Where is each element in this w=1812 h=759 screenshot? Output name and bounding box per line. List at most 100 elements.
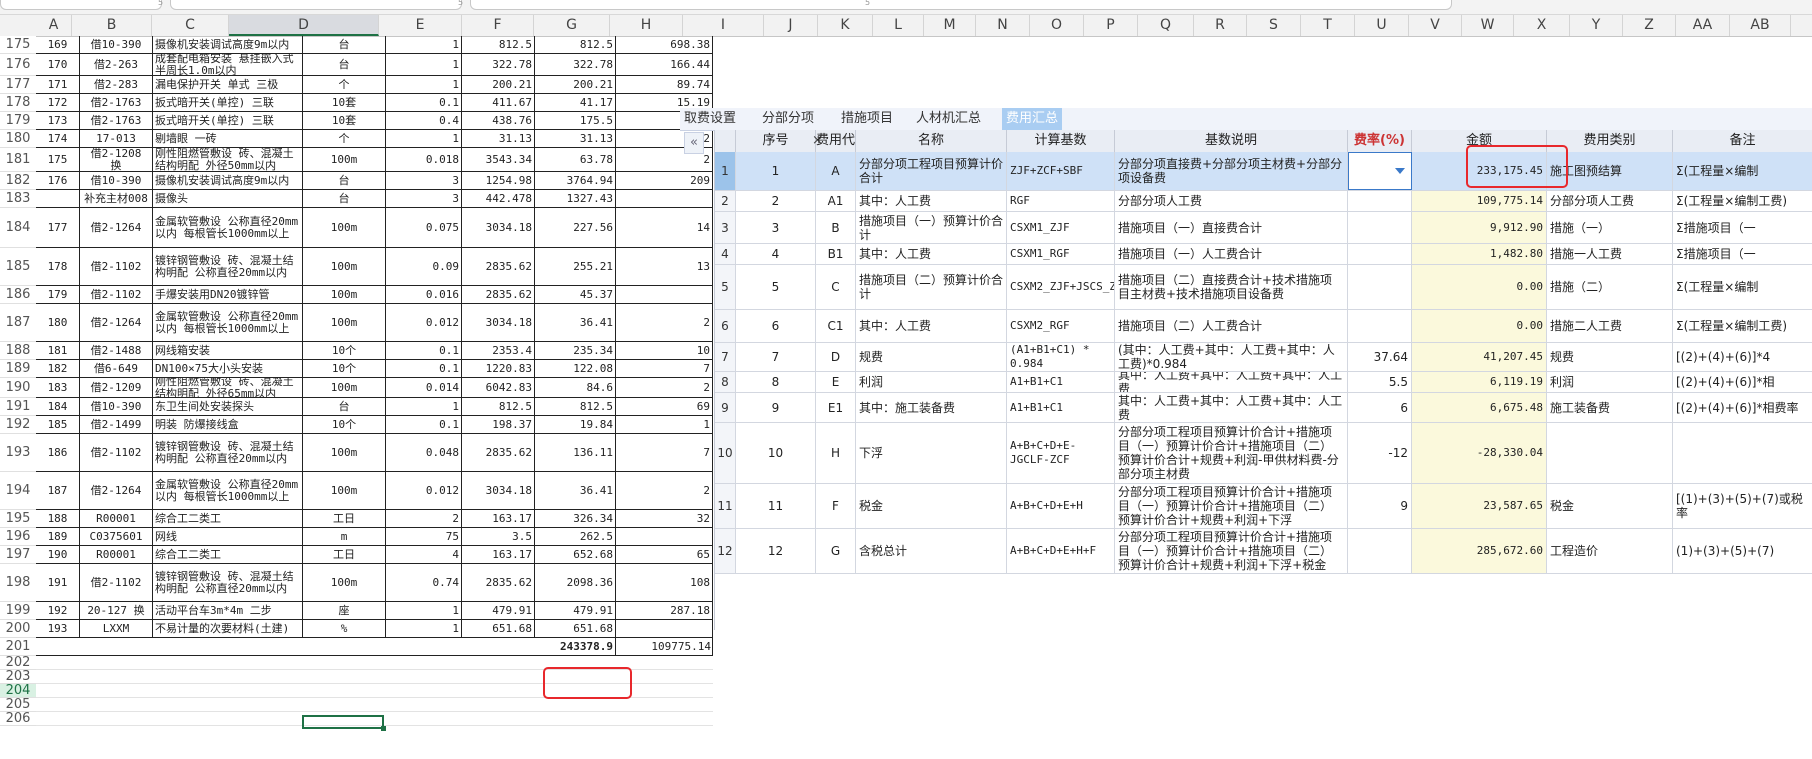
row-header-186[interactable]: 186 xyxy=(0,286,36,304)
row-header-200[interactable]: 200 xyxy=(0,620,36,638)
fee-cell-name[interactable]: 含税总计 xyxy=(856,529,1007,573)
fee-cell-seq[interactable]: 9 xyxy=(736,393,816,422)
tab-3[interactable]: 措施项目 xyxy=(837,108,897,130)
column-header-z[interactable]: Z xyxy=(1623,15,1676,36)
fee-cell-amount[interactable]: 6,119.19 xyxy=(1412,372,1547,392)
cell-g[interactable]: 63.78 xyxy=(535,148,616,171)
cell-g[interactable]: 479.91 xyxy=(535,602,616,619)
cell-c[interactable]: 镀锌钢管敷设 砖、混凝土结构明配 公称直径20mm以内 xyxy=(153,434,303,471)
row-header-190[interactable]: 190 xyxy=(0,378,36,398)
cell-b[interactable]: 借2-1102 xyxy=(80,248,153,285)
cell-b[interactable]: 借2-1102 xyxy=(80,564,153,601)
fee-cell-desc[interactable]: 分部分项人工费 xyxy=(1115,191,1348,211)
cell-e[interactable]: 4 xyxy=(386,546,462,563)
row-header-184[interactable]: 184 xyxy=(0,208,36,248)
cell-c[interactable]: 镀锌钢管敷设 砖、混凝土结构明配 公称直径20mm以内 xyxy=(153,564,303,601)
cell-h[interactable]: 287.18 xyxy=(616,602,713,619)
cell-a[interactable]: 192 xyxy=(36,602,80,619)
row-header-196[interactable]: 196 xyxy=(0,528,36,546)
cell-h[interactable]: 89.74 xyxy=(616,76,713,93)
cell-d[interactable]: 台 xyxy=(303,172,386,189)
cell-d[interactable]: 100m xyxy=(303,304,386,341)
fee-header-7[interactable]: 费率(%) xyxy=(1348,130,1412,152)
column-header-m[interactable]: M xyxy=(924,15,976,36)
cell-d[interactable]: 100m xyxy=(303,148,386,171)
column-header-s[interactable]: S xyxy=(1247,15,1301,36)
row-header-206[interactable]: 206 xyxy=(0,711,36,726)
fee-cell-rate[interactable] xyxy=(1348,529,1412,573)
fee-cell-base[interactable]: CSXM2_ZJF+JSCS_ZCF+JSCS_SBF xyxy=(1007,265,1115,309)
fee-cell-idx[interactable]: 11 xyxy=(715,484,736,528)
fee-cell-code[interactable]: B1 xyxy=(816,244,856,264)
cell-c[interactable]: 摄像机安装调试高度9m以内 xyxy=(153,36,303,53)
fee-cell-cat[interactable]: 利润 xyxy=(1547,372,1673,392)
cell-e[interactable]: 0.1 xyxy=(386,360,462,377)
cell-d[interactable]: % xyxy=(303,620,386,637)
fee-cell-idx[interactable]: 8 xyxy=(715,372,736,392)
cell-h[interactable]: 7 xyxy=(616,434,713,471)
cell-f[interactable]: 1254.98 xyxy=(462,172,535,189)
fee-cell-amount[interactable]: 0.00 xyxy=(1412,265,1547,309)
fee-cell-code[interactable]: B xyxy=(816,212,856,243)
cell-c[interactable]: 摄像机安装调试高度9m以内 xyxy=(153,172,303,189)
cell-f[interactable]: 651.68 xyxy=(462,620,535,637)
fee-cell-desc[interactable]: 措施项目（二）人工费合计 xyxy=(1115,310,1348,342)
cell-h[interactable] xyxy=(616,286,713,303)
fee-cell-name[interactable]: 其中：施工装备费 xyxy=(856,393,1007,422)
cell-b[interactable]: 借2-1209 xyxy=(80,378,153,397)
fee-cell-desc[interactable]: 措施项目（一）人工费合计 xyxy=(1115,244,1348,264)
fee-cell-seq[interactable]: 5 xyxy=(736,265,816,309)
row-header-202[interactable]: 202 xyxy=(0,655,36,670)
cell-a[interactable]: 177 xyxy=(36,208,80,247)
fee-cell-code[interactable]: H xyxy=(816,423,856,483)
fee-header-4[interactable]: 名称 xyxy=(856,130,1007,152)
cell-f[interactable]: 442.478 xyxy=(462,190,535,207)
row-header-201[interactable]: 201 xyxy=(0,638,36,656)
cell-d[interactable]: 10个 xyxy=(303,342,386,359)
cell-e[interactable]: 1 xyxy=(386,130,462,147)
cell-h[interactable]: 698.38 xyxy=(616,36,713,53)
fee-cell-cat[interactable]: 税金 xyxy=(1547,484,1673,528)
cell-b[interactable]: 借10-390 xyxy=(80,36,153,53)
cell-c[interactable]: 综合工二类工 xyxy=(153,510,303,527)
cell-e[interactable]: 0.018 xyxy=(386,148,462,171)
cell-g[interactable]: 3764.94 xyxy=(535,172,616,189)
fee-cell-name[interactable]: 分部分项工程项目预算计价合计 xyxy=(856,152,1007,190)
row-header-193[interactable]: 193 xyxy=(0,434,36,472)
cell-a[interactable]: 184 xyxy=(36,398,80,415)
cell-c[interactable]: 网线 xyxy=(153,528,303,545)
fee-cell-idx[interactable]: 7 xyxy=(715,343,736,371)
fee-cell-base[interactable]: CSXM2_RGF xyxy=(1007,310,1115,342)
cell-f[interactable]: 198.37 xyxy=(462,416,535,433)
cell-a[interactable]: 191 xyxy=(36,564,80,601)
cell-g[interactable]: 136.11 xyxy=(535,434,616,471)
cell-e[interactable]: 1 xyxy=(386,398,462,415)
fee-cell-rate[interactable]: -12 xyxy=(1348,423,1412,483)
cell-g[interactable]: 36.41 xyxy=(535,304,616,341)
fee-cell-amount[interactable]: 23,587.65 xyxy=(1412,484,1547,528)
fee-cell-name[interactable]: 其中：人工费 xyxy=(856,244,1007,264)
cell-d[interactable]: 100m xyxy=(303,472,386,509)
fee-cell-idx[interactable]: 4 xyxy=(715,244,736,264)
row-header-179[interactable]: 179 xyxy=(0,112,36,130)
cell-a[interactable]: 169 xyxy=(36,36,80,53)
fee-cell-name[interactable]: 措施项目（一）预算计价合计 xyxy=(856,212,1007,243)
cell-f[interactable]: 2835.62 xyxy=(462,248,535,285)
cell-b[interactable]: LXXM xyxy=(80,620,153,637)
cell-e[interactable]: 0.075 xyxy=(386,208,462,247)
cell-e[interactable]: 0.4 xyxy=(386,112,462,129)
cell-a[interactable]: 173 xyxy=(36,112,80,129)
cell-a[interactable]: 183 xyxy=(36,378,80,397)
cell-g[interactable]: 1327.43 xyxy=(535,190,616,207)
cell-f[interactable]: 2835.62 xyxy=(462,286,535,303)
fee-cell-desc[interactable]: 措施项目（二）直接费合计+技术措施项目主材费+技术措施项目设备费 xyxy=(1115,265,1348,309)
cell-b[interactable]: 补充主材008 xyxy=(80,190,153,207)
cell-d[interactable]: 10套 xyxy=(303,112,386,129)
cell-e[interactable]: 1 xyxy=(386,76,462,93)
cell-f[interactable]: 1220.83 xyxy=(462,360,535,377)
cell-e[interactable]: 0.012 xyxy=(386,304,462,341)
fee-cell-code[interactable]: D xyxy=(816,343,856,371)
cell-d[interactable]: 10个 xyxy=(303,360,386,377)
cell-f[interactable]: 3543.34 xyxy=(462,148,535,171)
fee-cell-idx[interactable]: 3 xyxy=(715,212,736,243)
